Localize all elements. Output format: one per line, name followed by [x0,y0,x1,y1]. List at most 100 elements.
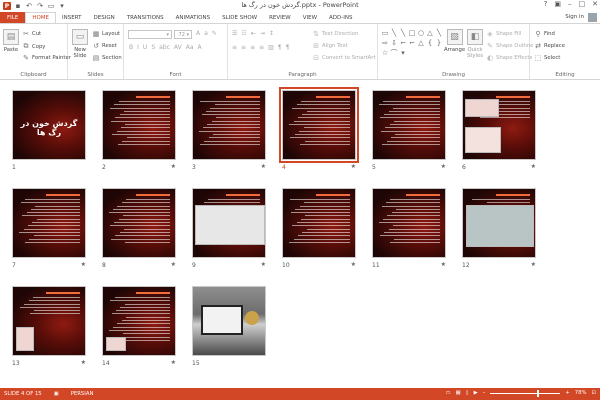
star-shape-icon[interactable]: ☆ [381,48,389,57]
strikethrough-icon[interactable]: abc [159,44,170,51]
user-avatar-icon[interactable] [588,13,597,22]
normal-view-icon[interactable]: ▭ [446,390,451,396]
new-slide-button[interactable]: ▭ New Slide [70,29,90,59]
transition-star-icon[interactable]: ★ [531,261,536,268]
customize-qat-icon[interactable]: ▾ [58,2,66,10]
justify-icon[interactable]: ≡ [259,44,264,51]
align-right-icon[interactable]: ≡ [250,44,255,51]
slide-thumbnail-12[interactable]: 12 ★ [462,188,536,269]
zoom-slider[interactable] [490,389,561,397]
undo-icon[interactable]: ↶ [25,2,33,10]
bold-icon[interactable]: B [129,44,133,51]
zoom-level[interactable]: 78% [575,390,587,396]
slide-thumbnail-1[interactable]: گردش خون در رگ ها 1 [12,90,86,171]
slide-thumbnail-6[interactable]: 6 ★ [462,90,536,171]
cut-button[interactable]: ✂ Cut [22,30,41,38]
arrow2-shape-icon[interactable]: ⇩ [390,38,398,47]
more-shapes-icon[interactable]: ▾ [399,48,407,57]
help-icon[interactable]: ? [544,0,548,8]
bullets-icon[interactable]: ☰ [232,30,237,37]
shrink-font-icon[interactable]: a [204,30,208,37]
fit-slide-icon[interactable]: ⊡ [592,390,596,396]
tab-transitions[interactable]: TRANSITIONS [121,12,170,23]
shape-outline-button[interactable]: ✎ Shape Outline [486,42,533,50]
arrange-button[interactable]: ▧ Arrange [444,29,465,53]
transition-star-icon[interactable]: ★ [351,163,356,170]
copy-button[interactable]: ⧉ Copy [22,42,46,51]
slide-thumbnail-8[interactable]: 8 ★ [102,188,176,269]
font-name-combo[interactable]: ▾ [128,30,172,39]
textbox-shape-icon[interactable]: ▭ [381,28,389,37]
grow-font-icon[interactable]: A [196,30,200,37]
bracket2-shape-icon[interactable]: ⌐ [408,38,416,47]
line2-shape-icon[interactable]: ╲ [399,28,407,37]
slide-thumbnail-2[interactable]: 2 ★ [102,90,176,171]
zoom-in-icon[interactable]: + [565,390,569,396]
slide-thumbnail-7[interactable]: 7 ★ [12,188,86,269]
transition-star-icon[interactable]: ★ [171,359,176,366]
shape-fill-button[interactable]: ◈ Shape Fill [486,30,521,38]
format-painter-button[interactable]: ✎ Format Painter [22,54,71,62]
align-left-icon[interactable]: ≡ [232,44,237,51]
bracket-shape-icon[interactable]: ⌐ [399,38,407,47]
oval-shape-icon[interactable]: ○ [417,28,425,37]
curve-shape-icon[interactable]: ⌒ [390,48,398,57]
transition-star-icon[interactable]: ★ [81,261,86,268]
slide-thumbnail-3[interactable]: 3 ★ [192,90,266,171]
zoom-slider-knob[interactable] [536,389,539,397]
transition-star-icon[interactable]: ★ [171,261,176,268]
shadow-icon[interactable]: S [151,44,155,51]
change-case-icon[interactable]: Aa [186,44,194,51]
sign-in-link[interactable]: Sign in [565,14,584,20]
font-color-icon[interactable]: A [198,44,202,51]
increase-indent-icon[interactable]: ⇥ [260,30,265,37]
paste-button[interactable]: ▤ Paste [3,29,19,53]
shapes-gallery[interactable]: ▭ ╲ ╲ □ ○ △ ╲ ⇨ ⇩ ⌐ ⌐ △{} ☆ ⌒ ▾ [381,28,443,60]
transition-star-icon[interactable]: ★ [171,163,176,170]
ribbon-display-icon[interactable]: ▣ [554,0,561,8]
shape-effects-button[interactable]: ◐ Shape Effects [486,54,532,62]
brace2-shape-icon[interactable]: } [435,38,443,47]
ltr-icon[interactable]: ¶ [286,44,290,51]
quick-styles-button[interactable]: ◧ Quick Styles [464,29,486,59]
triangle-shape-icon[interactable]: △ [426,28,434,37]
tab-file[interactable]: FILE [0,12,26,23]
replace-button[interactable]: ⇄ Replace [534,42,565,50]
powerpoint-logo-icon[interactable]: P [3,2,11,10]
brace-shape-icon[interactable]: { [426,38,434,47]
section-button[interactable]: ▤ Section [92,54,122,62]
slide-thumbnail-5[interactable]: 5 ★ [372,90,446,171]
arrow-shape-icon[interactable]: ⇨ [381,38,389,47]
slide-thumbnail-14[interactable]: 14 ★ [102,286,176,367]
slide-thumbnail-13[interactable]: 13 ★ [12,286,86,367]
char-spacing-icon[interactable]: AV [174,44,182,51]
tab-review[interactable]: REVIEW [263,12,297,23]
slide-thumbnail-4[interactable]: 4 ★ [279,87,359,171]
numbering-icon[interactable]: ☷ [241,30,246,37]
transition-star-icon[interactable]: ★ [441,163,446,170]
line3-shape-icon[interactable]: ╲ [435,28,443,37]
align-center-icon[interactable]: ≡ [241,44,246,51]
italic-icon[interactable]: I [137,44,139,51]
rect-shape-icon[interactable]: □ [408,28,416,37]
tab-home[interactable]: HOME [25,12,57,23]
slide-sorter[interactable]: گردش خون در رگ ها 1 2 ★ 3 ★ 4 ★ 5 ★ 6 ★ 7 ★ 8 ★ 9 ★ 10 ★ 11 ★… [0,80,600,388]
underline-icon[interactable]: U [143,44,147,51]
close-icon[interactable]: ✕ [592,0,598,8]
reset-button[interactable]: ↺ Reset [92,42,117,50]
text-direction-button[interactable]: ⇅ Text Direction [312,30,358,38]
language-indicator[interactable]: PERSIAN [71,391,94,397]
transition-star-icon[interactable]: ★ [261,261,266,268]
tab-design[interactable]: DESIGN [88,12,121,23]
redo-icon[interactable]: ↷ [36,2,44,10]
slide-thumbnail-9[interactable]: 9 ★ [192,188,266,269]
rtl-icon[interactable]: ¶ [278,44,282,51]
line-shape-icon[interactable]: ╲ [390,28,398,37]
tri2-shape-icon[interactable]: △ [417,38,425,47]
tab-add-ins[interactable]: ADD-INS [323,12,358,23]
slideshow-view-icon[interactable]: ▶ [474,390,478,396]
minimize-icon[interactable]: – [568,0,572,8]
align-text-button[interactable]: ⊞ Align Text [312,42,348,50]
transition-star-icon[interactable]: ★ [261,163,266,170]
tab-insert[interactable]: INSERT [56,12,87,23]
